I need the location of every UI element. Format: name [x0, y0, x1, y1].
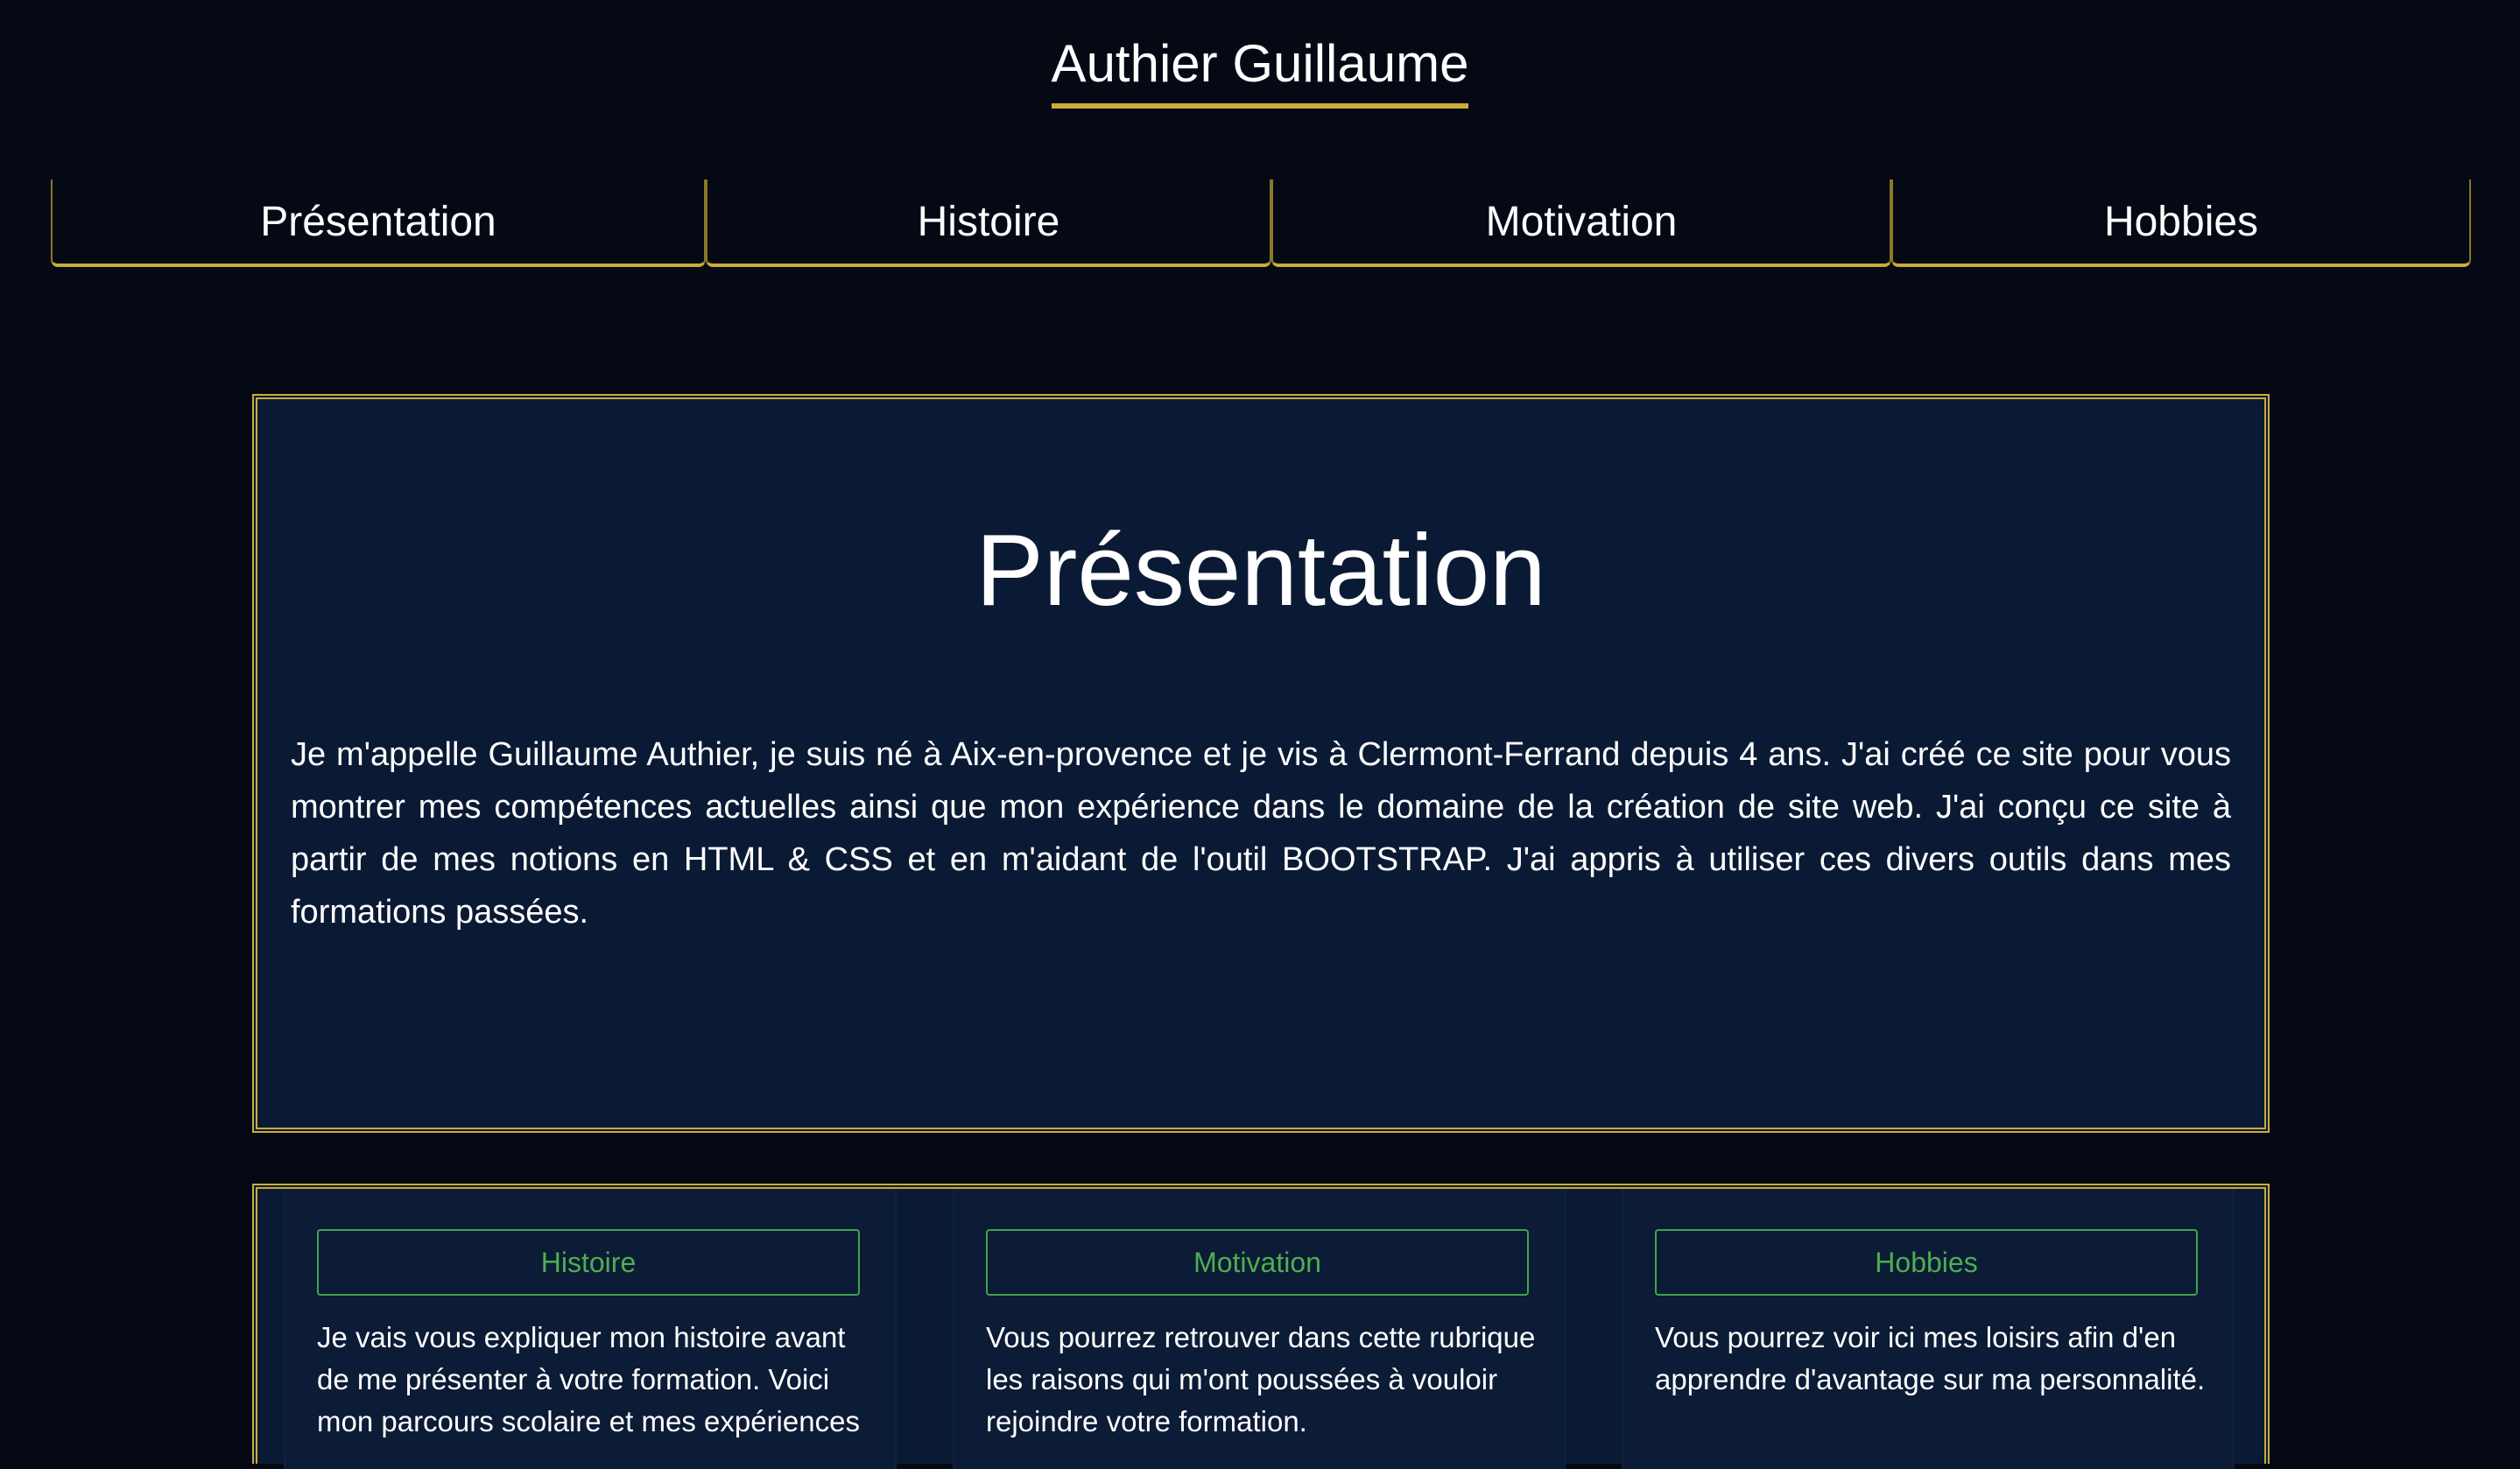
site-title: Authier Guillaume [1051, 33, 1469, 109]
presentation-text: Je m'appelle Guillaume Authier, je suis … [291, 736, 2231, 931]
hobbies-button[interactable]: Hobbies [1655, 1229, 2198, 1296]
card-hobbies: Hobbies Vous pourrez voir ici mes loisir… [1622, 1189, 2235, 1469]
main-nav: Présentation Histoire Motivation Hobbies [51, 179, 2471, 267]
cards-section: Histoire Je vais vous expliquer mon hist… [252, 1184, 2270, 1469]
card-histoire-text: Je vais vous expliquer mon histoire avan… [317, 1321, 860, 1437]
nav-item-histoire[interactable]: Histoire [706, 179, 1271, 267]
card-motivation: Motivation Vous pourrez retrouver dans c… [953, 1189, 1566, 1469]
motivation-button[interactable]: Motivation [986, 1229, 1529, 1296]
card-histoire: Histoire Je vais vous expliquer mon hist… [284, 1189, 897, 1469]
nav-item-hobbies[interactable]: Hobbies [1891, 179, 2471, 267]
nav-item-presentation[interactable]: Présentation [51, 179, 706, 267]
presentation-section: Présentation Je m'appelle Guillaume Auth… [252, 394, 2270, 1133]
histoire-button[interactable]: Histoire [317, 1229, 860, 1296]
presentation-heading: Présentation [975, 513, 1546, 627]
site-header: Authier Guillaume [0, 0, 2520, 123]
card-hobbies-text: Vous pourrez voir ici mes loisirs afin d… [1655, 1321, 2206, 1395]
nav-item-motivation[interactable]: Motivation [1271, 179, 1891, 267]
card-motivation-text: Vous pourrez retrouver dans cette rubriq… [986, 1321, 1536, 1437]
